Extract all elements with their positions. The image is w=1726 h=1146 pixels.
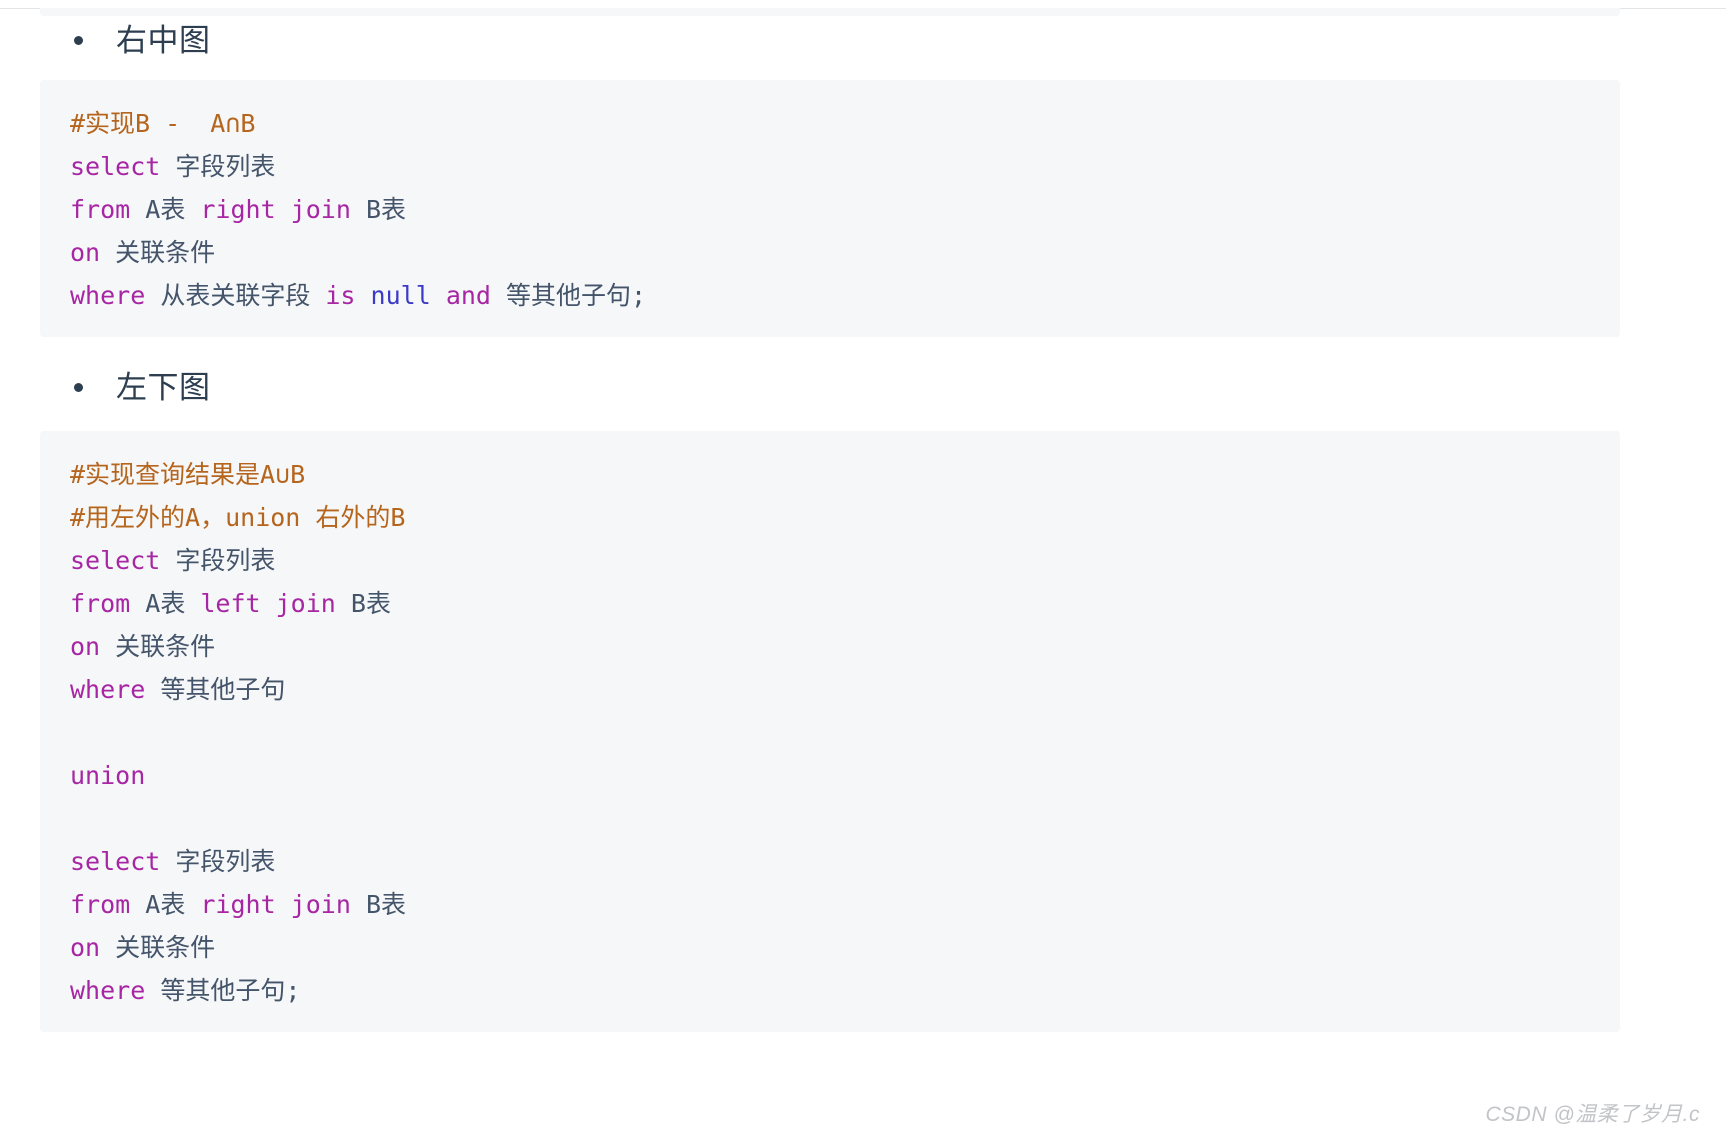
code-line: where 等其他子句; <box>70 969 1590 1012</box>
code-line: #实现B - A∩B <box>70 102 1590 145</box>
code-token-keyword: select <box>70 545 161 575</box>
code-token-keyword: left join <box>200 588 336 618</box>
code-token-keyword: where <box>70 975 146 1005</box>
code-token-plain: 等其他子句; <box>145 975 301 1005</box>
previous-code-block-edge <box>0 8 1726 16</box>
code-token-keyword: where <box>70 674 146 704</box>
code-token-comment: #实现B - A∩B <box>70 108 256 138</box>
code-line: where 等其他子句 <box>70 668 1590 711</box>
code-token-keyword: union <box>70 760 146 790</box>
csdn-watermark: CSDN @温柔了岁月.c <box>1485 1103 1700 1126</box>
code-token-plain: A表 <box>130 889 201 919</box>
code-token-keyword: right join <box>200 889 351 919</box>
article-content: 右中图 #实现B - A∩B select 字段列表 from A表 right j… <box>0 20 1726 1032</box>
code-line: #实现查询结果是A∪B <box>70 453 1590 496</box>
code-line: select 字段列表 <box>70 840 1590 883</box>
code-token-keyword: and <box>445 280 491 310</box>
code-token-comment: #实现查询结果是A∪B <box>70 459 306 489</box>
code-token-plain: 关联条件 <box>100 631 216 661</box>
code-token-plain: 关联条件 <box>100 237 216 267</box>
code-line: union <box>70 754 1590 797</box>
code-token-plain: A表 <box>130 194 201 224</box>
code-block-2[interactable]: #实现查询结果是A∪B #用左外的A，union 右外的B select 字段列表 f… <box>40 430 1620 1032</box>
code-line: where 从表关联字段 is null and 等其他子句; <box>70 274 1590 317</box>
code-token-keyword: on <box>70 932 101 962</box>
bullet-dot-icon <box>74 36 83 46</box>
code-line: select 字段列表 <box>70 539 1590 582</box>
code-token-plain: 等其他子句 <box>145 674 286 704</box>
code-token-keyword: from <box>70 889 131 919</box>
code-token-null: null <box>370 280 431 310</box>
code-token-keyword: right join <box>200 194 351 224</box>
code-line: select 字段列表 <box>70 145 1590 188</box>
code-token-plain: B表 <box>350 194 406 224</box>
code-token-plain: B表 <box>335 588 391 618</box>
code-line: from A表 right join B表 <box>70 883 1590 926</box>
code-token-plain: B表 <box>350 889 406 919</box>
bullet-heading-label: 左下图 <box>116 369 211 405</box>
code-block-1[interactable]: #实现B - A∩B select 字段列表 from A表 right join … <box>40 79 1620 337</box>
code-token-keyword: select <box>70 151 161 181</box>
code-token-keyword: from <box>70 194 131 224</box>
bullet-dot-icon <box>74 383 83 393</box>
code-token-keyword: is <box>325 280 356 310</box>
code-line: from A表 left join B表 <box>70 582 1590 625</box>
code-token-plain: 关联条件 <box>100 932 216 962</box>
code-token-plain: 字段列表 <box>160 846 276 876</box>
code-token-keyword: on <box>70 631 101 661</box>
code-token-keyword: where <box>70 280 146 310</box>
code-token-plain: 从表关联字段 <box>145 280 326 310</box>
bullet-heading-1: 右中图 <box>0 20 1726 62</box>
code-token-keyword: from <box>70 588 131 618</box>
code-token-plain: A表 <box>130 588 201 618</box>
code-line: #用左外的A，union 右外的B <box>70 496 1590 539</box>
bullet-heading-2: 左下图 <box>0 367 1726 409</box>
code-token-keyword: on <box>70 237 101 267</box>
code-token-plain: 字段列表 <box>160 545 276 575</box>
code-token-plain: 等其他子句; <box>490 280 647 310</box>
code-line: on 关联条件 <box>70 625 1590 668</box>
bullet-heading-label: 右中图 <box>116 23 211 58</box>
code-token-comment: #用左外的A，union 右外的B <box>70 502 406 532</box>
code-line: from A表 right join B表 <box>70 188 1590 231</box>
code-line: on 关联条件 <box>70 926 1590 969</box>
code-line: on 关联条件 <box>70 231 1590 274</box>
previous-code-block-remnant <box>40 8 1620 16</box>
code-token-plain: 字段列表 <box>160 151 276 181</box>
code-token-keyword: select <box>70 846 161 876</box>
